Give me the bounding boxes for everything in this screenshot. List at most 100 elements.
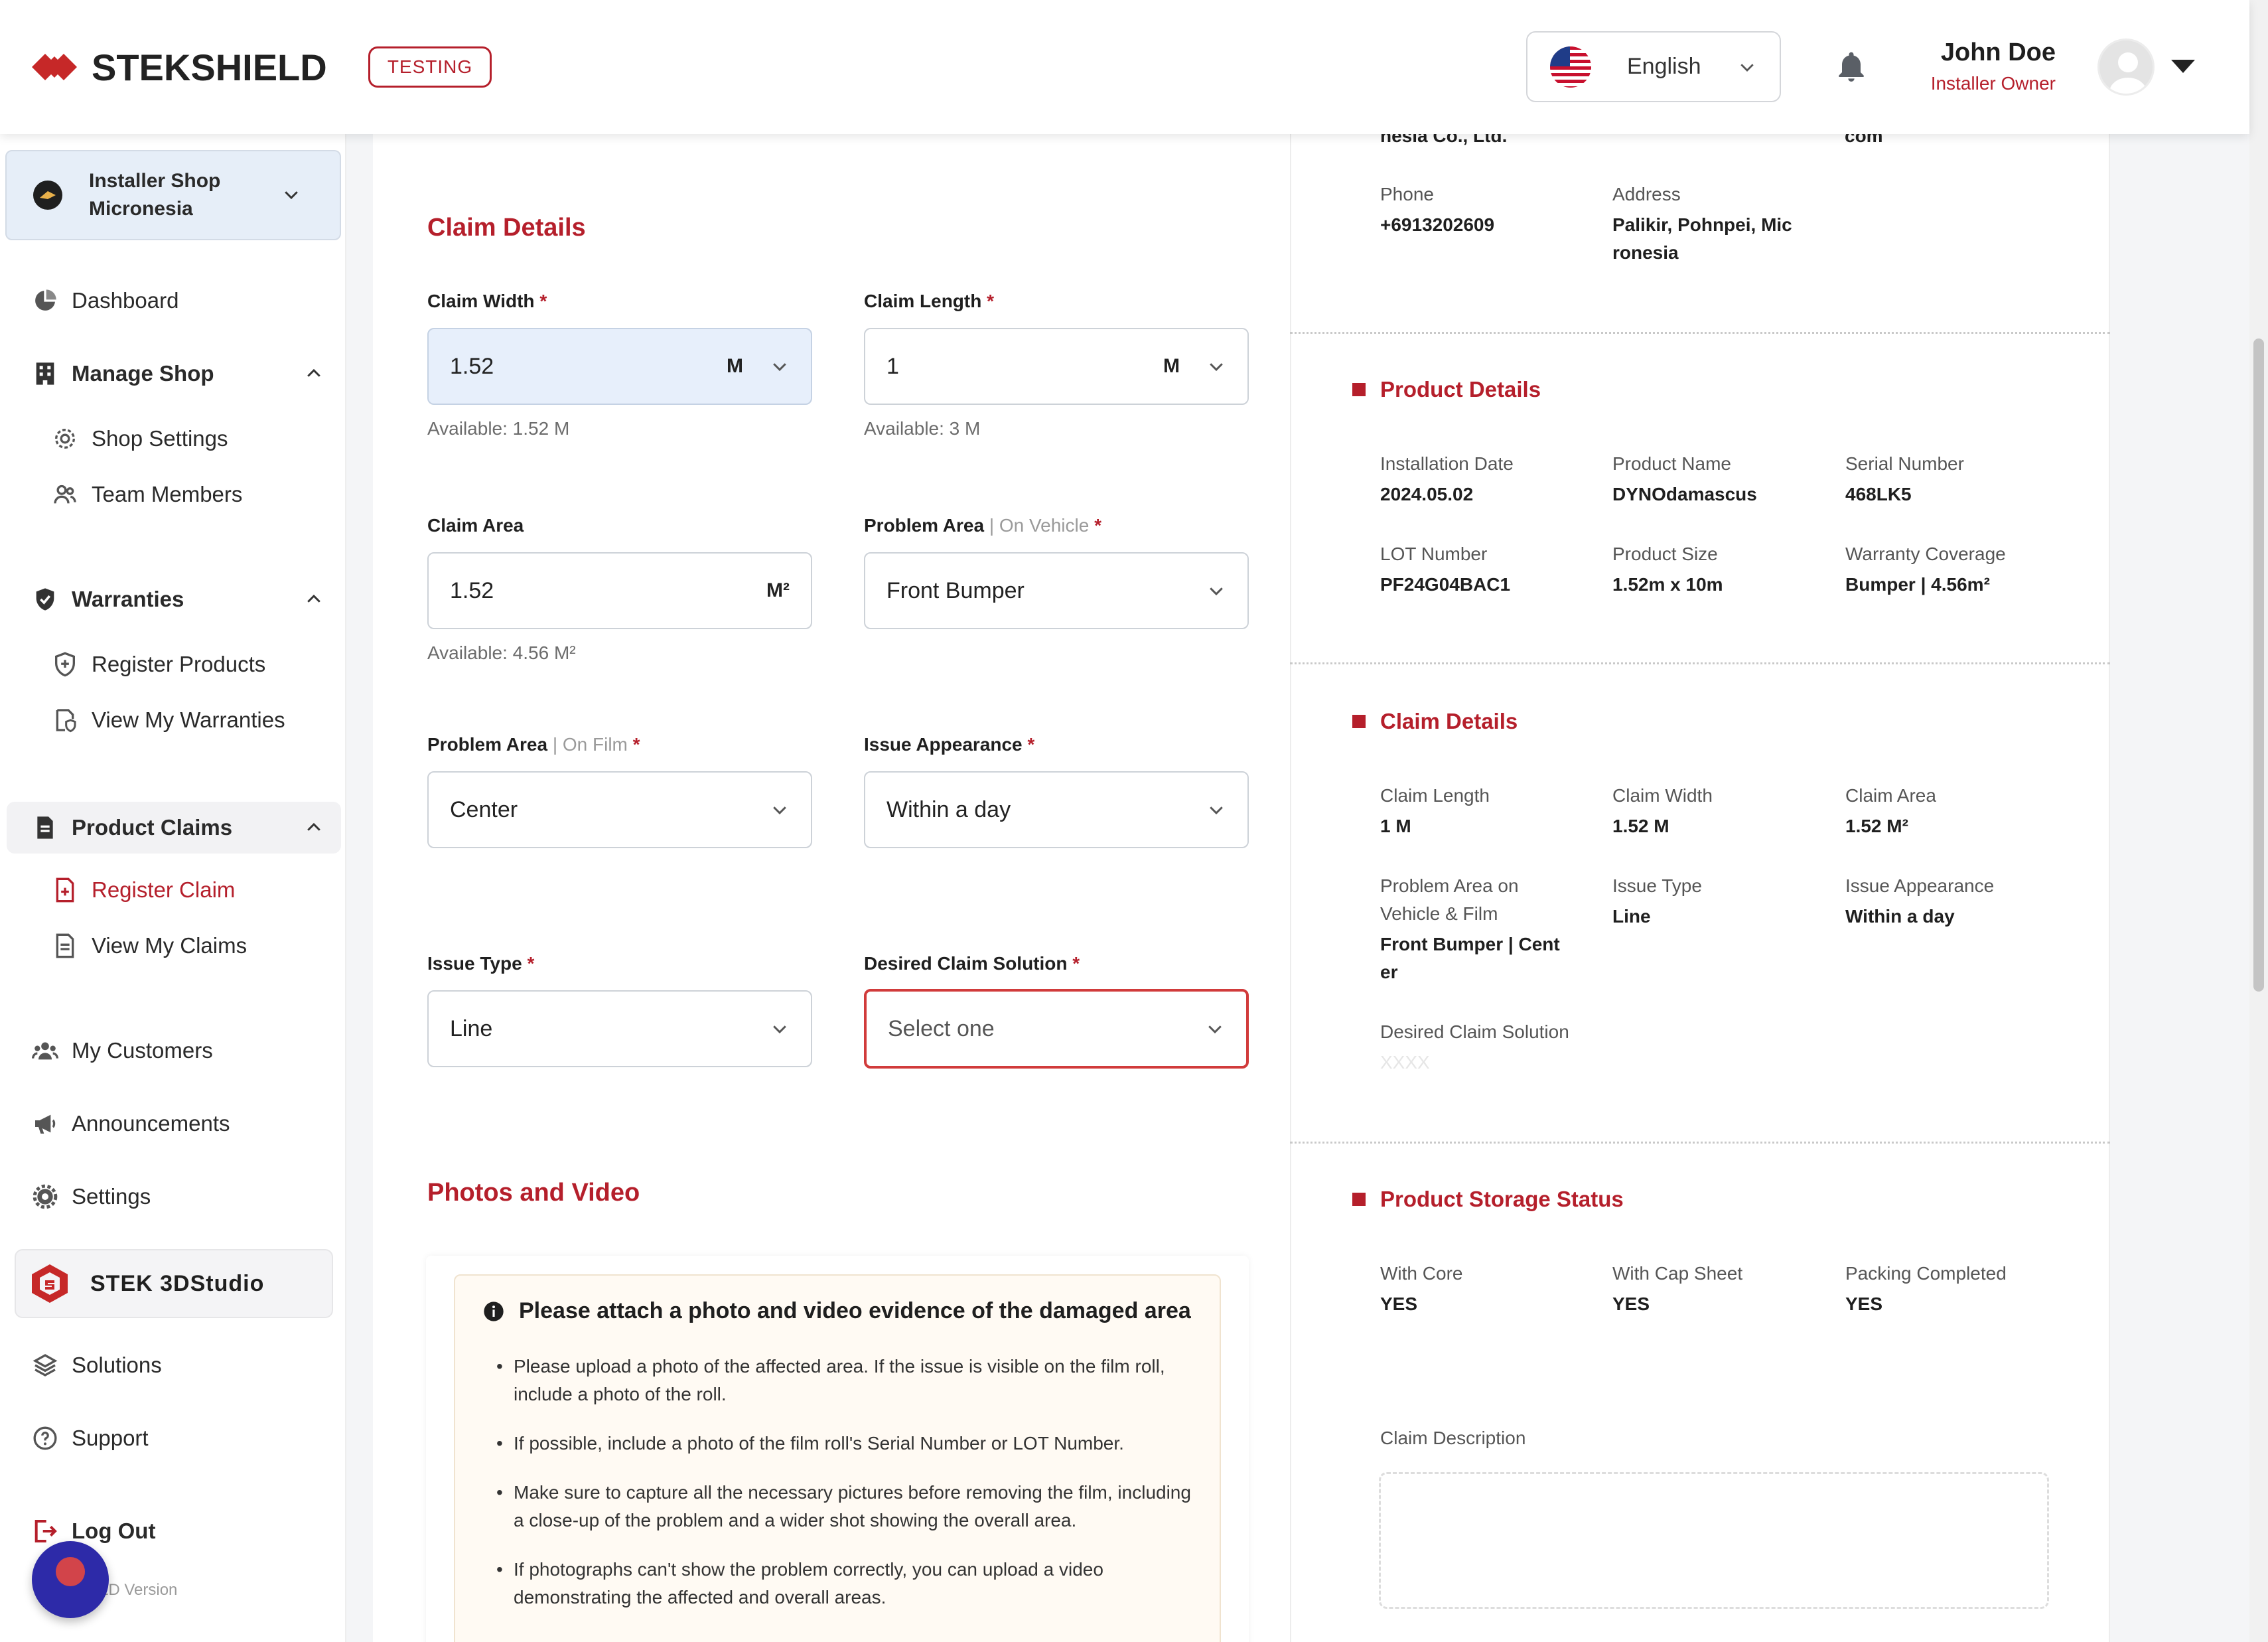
user-name[interactable]: John Doe <box>1941 38 2056 67</box>
app-version: LD Version <box>100 1581 178 1599</box>
installation-date-label: Installation Date <box>1380 453 1514 474</box>
bell-icon[interactable] <box>1833 48 1870 88</box>
chevron-down-icon <box>1740 63 1754 72</box>
chevron-down-icon <box>773 363 786 372</box>
document-icon <box>56 933 74 958</box>
sidebar-item-manage-shop[interactable]: Manage Shop <box>32 350 324 397</box>
caret-down-icon[interactable] <box>2171 60 2195 73</box>
claim-width-value: 1.52 <box>450 353 494 379</box>
language-select[interactable]: English <box>1526 31 1781 102</box>
list-item: If possible, include a photo of the film… <box>496 1430 1200 1457</box>
gear-icon <box>55 429 75 449</box>
sidebar-item-label: Support <box>72 1426 149 1450</box>
sidebar-item-label: Solutions <box>72 1353 162 1377</box>
product-details-title: Product Details <box>1352 377 1541 402</box>
product-name-label: Product Name <box>1612 453 1731 474</box>
warranty-coverage-label: Warranty Coverage <box>1845 544 2006 564</box>
sidebar-item-register-products[interactable]: Register Products <box>52 641 265 688</box>
sidebar-item-label: Announcements <box>72 1111 230 1136</box>
sidebar-item-team-members[interactable]: Team Members <box>52 471 242 518</box>
claim-length-label: Claim Length * <box>864 291 995 311</box>
sidebar-item-settings[interactable]: Settings <box>32 1173 151 1220</box>
summary-claim-area-value: 1.52 M² <box>1845 816 1908 836</box>
sidebar-item-label: Register Claim <box>92 877 236 902</box>
issue-appearance-select[interactable]: Within a day <box>864 771 1249 848</box>
claim-area-input[interactable]: 1.52 M² <box>427 552 812 629</box>
problem-area-vehicle-select[interactable]: Front Bumper <box>864 552 1249 629</box>
sidebar-item-label: My Customers <box>72 1038 213 1063</box>
summary-desired-solution-label: Desired Claim Solution <box>1380 1021 1569 1042</box>
sidebar-item-label: Settings <box>72 1184 151 1209</box>
claim-length-value: 1 <box>886 353 899 379</box>
phone-label: Phone <box>1380 184 1434 204</box>
team-icon <box>54 485 76 504</box>
shield-check-icon <box>36 588 54 611</box>
sidebar-item-shop-settings[interactable]: Shop Settings <box>52 415 228 462</box>
sidebar-item-register-claim[interactable]: Register Claim <box>52 867 235 913</box>
address-label: Address <box>1612 184 1681 204</box>
summary-problem-area-value-line2: er <box>1380 962 1398 982</box>
sidebar-item-view-warranties[interactable]: View My Warranties <box>52 697 285 743</box>
issue-type-select[interactable]: Line <box>427 990 812 1067</box>
brand-name: STEKSHIELD <box>92 46 327 88</box>
summary-claim-details-title: Claim Details <box>1352 709 1518 734</box>
sidebar-item-my-customers[interactable]: My Customers <box>32 1027 213 1074</box>
product-size-value: 1.52m x 10m <box>1612 574 1723 595</box>
section-divider <box>1290 332 2110 334</box>
summary-issue-type-value: Line <box>1612 906 1651 927</box>
sidebar-item-solutions[interactable]: Solutions <box>32 1342 162 1388</box>
with-cap-sheet-value: YES <box>1612 1294 1650 1314</box>
chat-avatar-dot <box>56 1557 85 1586</box>
brand-logo[interactable]: STEKSHIELD <box>29 41 327 93</box>
sidebar-item-view-claims[interactable]: View My Claims <box>52 923 247 969</box>
problem-area-vehicle-label: Problem Area | On Vehicle * <box>864 515 1101 536</box>
sidebar-item-announcements[interactable]: Announcements <box>32 1100 230 1147</box>
issue-type-label: Issue Type * <box>427 953 535 974</box>
claim-area-unit: M² <box>766 579 790 601</box>
avatar-icon[interactable] <box>2097 38 2155 96</box>
sidebar-item-label: Warranties <box>72 587 184 611</box>
sidebar-item-label: View My Warranties <box>92 708 285 732</box>
list-item: Make sure to capture all the necessary p… <box>496 1479 1200 1534</box>
sidebar-item-support[interactable]: Support <box>32 1415 149 1461</box>
sidebar-item-warranties[interactable]: Warranties <box>32 576 324 623</box>
gear-icon <box>33 1184 58 1209</box>
problem-area-film-value: Center <box>450 796 518 822</box>
chevron-down-icon <box>773 1025 786 1034</box>
lot-number-label: LOT Number <box>1380 544 1488 564</box>
layers-icon <box>33 1354 58 1377</box>
summary-claim-width-label: Claim Width <box>1612 785 1713 806</box>
sidebar-item-dashboard[interactable]: Dashboard <box>32 277 178 324</box>
document-icon <box>37 816 53 839</box>
claim-length-unit[interactable]: M <box>1163 355 1180 378</box>
claim-width-input[interactable]: 1.52 M <box>427 328 812 405</box>
chevron-down-icon <box>1210 363 1223 372</box>
phone-value: +6913202609 <box>1380 214 1495 235</box>
issue-appearance-value: Within a day <box>886 796 1011 822</box>
issue-appearance-label: Issue Appearance * <box>864 734 1035 755</box>
section-marker <box>1352 1193 1366 1206</box>
stek3d-studio-link[interactable]: STEK 3DStudio <box>15 1249 333 1318</box>
list-item: If photographs can't show the problem co… <box>496 1556 1200 1611</box>
problem-area-vehicle-value: Front Bumper <box>886 577 1025 603</box>
sidebar-item-label: Product Claims <box>72 815 233 840</box>
problem-area-film-select[interactable]: Center <box>427 771 812 848</box>
claim-length-input[interactable]: 1 M <box>864 328 1249 405</box>
claim-description-box <box>1379 1472 2049 1609</box>
user-role: Installer Owner <box>1930 73 2056 94</box>
sidebar-item-product-claims[interactable]: Product Claims <box>32 804 324 851</box>
with-cap-sheet-label: With Cap Sheet <box>1612 1263 1743 1284</box>
claim-width-unit[interactable]: M <box>727 355 743 378</box>
desired-solution-select[interactable]: Select one <box>864 989 1249 1069</box>
sidebar-item-label: Shop Settings <box>92 426 228 451</box>
packing-completed-label: Packing Completed <box>1845 1263 2007 1284</box>
question-icon <box>33 1426 57 1450</box>
product-size-label: Product Size <box>1612 544 1718 564</box>
page-scrollbar-thumb[interactable] <box>2253 338 2264 992</box>
sidebar-item-label: Dashboard <box>72 288 179 313</box>
shop-logo-icon <box>33 181 62 210</box>
photo-notice-title: Please attach a photo and video evidence… <box>483 1298 1191 1324</box>
warranty-file-icon <box>56 709 76 733</box>
packing-completed-value: YES <box>1845 1294 1883 1314</box>
chevron-down-icon <box>1208 1025 1222 1034</box>
